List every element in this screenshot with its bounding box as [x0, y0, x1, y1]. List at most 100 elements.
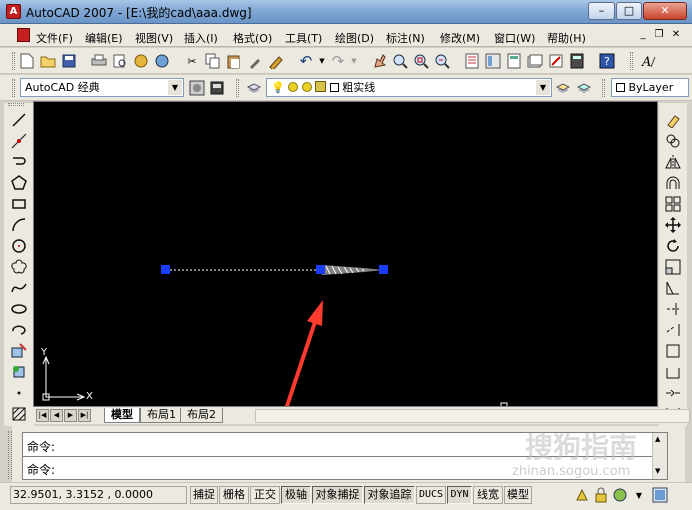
grip-midpoint[interactable] [316, 265, 325, 274]
ellipse-arc-icon[interactable] [9, 320, 29, 340]
sheet-set-icon[interactable] [526, 52, 544, 70]
polyline-icon[interactable] [9, 152, 29, 172]
redo-dropdown-icon[interactable]: ▼ [350, 52, 358, 70]
grip-start[interactable] [161, 265, 170, 274]
rectangle-icon[interactable] [9, 194, 29, 214]
doc-restore-button[interactable]: ❐ [652, 29, 666, 43]
menu-window[interactable]: 窗口(W) [494, 30, 535, 46]
workspace-settings-icon[interactable] [188, 79, 206, 97]
dyn-toggle[interactable]: DYN [447, 486, 472, 504]
circle-icon[interactable] [9, 236, 29, 256]
next-tab-icon[interactable]: ▶ [64, 409, 77, 422]
menu-view[interactable]: 视图(V) [135, 30, 173, 46]
help-icon[interactable]: ? [598, 52, 616, 70]
last-tab-icon[interactable]: ▶| [78, 409, 91, 422]
toolbar-grip-5[interactable] [602, 79, 605, 97]
doc-close-button[interactable]: ✕ [669, 29, 683, 43]
properties-icon[interactable] [463, 52, 481, 70]
menu-insert[interactable]: 插入(I) [184, 30, 218, 46]
markup-set-icon[interactable] [547, 52, 565, 70]
scroll-up-icon[interactable]: ▲ [655, 435, 660, 443]
grid-toggle[interactable]: 栅格 [219, 486, 249, 504]
3d-dwf-icon[interactable] [153, 52, 171, 70]
osnap-toggle[interactable]: 对象捕捉 [312, 486, 363, 504]
drawing-canvas[interactable] [34, 102, 659, 409]
hatch-icon[interactable] [9, 404, 29, 424]
autocad-app-icon[interactable]: A [6, 4, 21, 19]
make-block-icon[interactable] [9, 362, 29, 382]
new-file-icon[interactable] [18, 52, 36, 70]
horizontal-scrollbar[interactable] [255, 409, 690, 423]
point-icon[interactable] [9, 383, 29, 403]
undo-icon[interactable]: ↶ [297, 52, 315, 70]
design-center-icon[interactable] [484, 52, 502, 70]
publish-icon[interactable] [132, 52, 150, 70]
toolbar-lock-icon[interactable] [592, 486, 610, 504]
polar-toggle[interactable]: 极轴 [281, 486, 311, 504]
arc-icon[interactable] [9, 215, 29, 235]
lineweight-toggle[interactable]: 线宽 [473, 486, 503, 504]
zoom-realtime-icon[interactable] [391, 52, 409, 70]
menu-draw[interactable]: 绘图(D) [335, 30, 374, 46]
document-icon[interactable] [17, 28, 30, 42]
model-toggle[interactable]: 模型 [504, 486, 532, 504]
menu-modify[interactable]: 修改(M) [440, 30, 480, 46]
menu-edit[interactable]: 编辑(E) [85, 30, 123, 46]
otrack-toggle[interactable]: 对象追踪 [364, 486, 415, 504]
layer-dropdown[interactable]: 💡 粗实线 ▼ [266, 78, 552, 97]
menu-dimension[interactable]: 标注(N) [386, 30, 425, 46]
undo-dropdown-icon[interactable]: ▼ [318, 52, 326, 70]
menu-help[interactable]: 帮助(H) [547, 30, 586, 46]
minimize-button[interactable]: – [588, 2, 615, 20]
toolbar-grip-6[interactable] [8, 103, 24, 106]
ducs-toggle[interactable]: DUCS [416, 486, 446, 504]
menu-format[interactable]: 格式(O) [233, 30, 272, 46]
revision-cloud-icon[interactable] [9, 257, 29, 277]
pan-realtime-icon[interactable] [370, 52, 388, 70]
redo-icon[interactable]: ↷ [329, 52, 347, 70]
tab-layout1[interactable]: 布局1 [140, 408, 183, 423]
toolbar-grip-2[interactable] [630, 52, 633, 70]
quickcalc-icon[interactable] [568, 52, 586, 70]
clean-screen-icon[interactable] [651, 486, 669, 504]
make-object-layer-current-icon[interactable] [554, 79, 572, 97]
cut-icon[interactable]: ✂ [183, 52, 201, 70]
menu-file[interactable]: 文件(F) [36, 30, 73, 46]
polygon-icon[interactable] [9, 173, 29, 193]
zoom-previous-icon[interactable] [433, 52, 451, 70]
tool-palettes-icon[interactable] [505, 52, 523, 70]
first-tab-icon[interactable]: |◀ [36, 409, 49, 422]
status-menu-chevron-icon[interactable]: ▼ [630, 486, 648, 504]
grip-end[interactable] [379, 265, 388, 274]
line-icon[interactable] [9, 110, 29, 130]
color-control-dropdown[interactable]: ByLayer [611, 78, 689, 97]
communication-center-icon[interactable] [573, 486, 591, 504]
copy-icon[interactable] [204, 52, 222, 70]
construction-line-icon[interactable] [9, 131, 29, 151]
insert-block-icon[interactable] [9, 341, 29, 361]
tab-model[interactable]: 模型 [104, 408, 140, 423]
sync-status-icon[interactable] [611, 486, 629, 504]
block-editor-icon[interactable] [267, 52, 285, 70]
drawing-area[interactable]: Y X [33, 101, 659, 409]
my-workspace-icon[interactable] [208, 79, 226, 97]
print-preview-icon[interactable] [111, 52, 129, 70]
doc-minimize-button[interactable]: _ [636, 29, 650, 43]
toolbar-grip-4[interactable] [236, 79, 239, 97]
layer-properties-icon[interactable] [245, 79, 263, 97]
coordinate-readout[interactable]: 32.9501, 3.3152 , 0.0000 [10, 486, 187, 504]
save-icon[interactable] [60, 52, 78, 70]
ortho-toggle[interactable]: 正交 [250, 486, 280, 504]
scroll-down-icon[interactable]: ▼ [655, 467, 660, 475]
command-window-grip[interactable] [8, 431, 12, 479]
print-icon[interactable] [90, 52, 108, 70]
toolbar-grip-3[interactable] [12, 79, 15, 97]
spline-icon[interactable] [9, 278, 29, 298]
zoom-window-icon[interactable] [412, 52, 430, 70]
command-scrollbar[interactable]: ▲ ▼ [652, 433, 667, 479]
layer-previous-icon[interactable] [575, 79, 593, 97]
workspace-dropdown[interactable]: AutoCAD 经典 ▼ [20, 78, 184, 97]
maximize-button[interactable]: □ [616, 2, 642, 20]
match-properties-icon[interactable] [246, 52, 264, 70]
prev-tab-icon[interactable]: ◀ [50, 409, 63, 422]
